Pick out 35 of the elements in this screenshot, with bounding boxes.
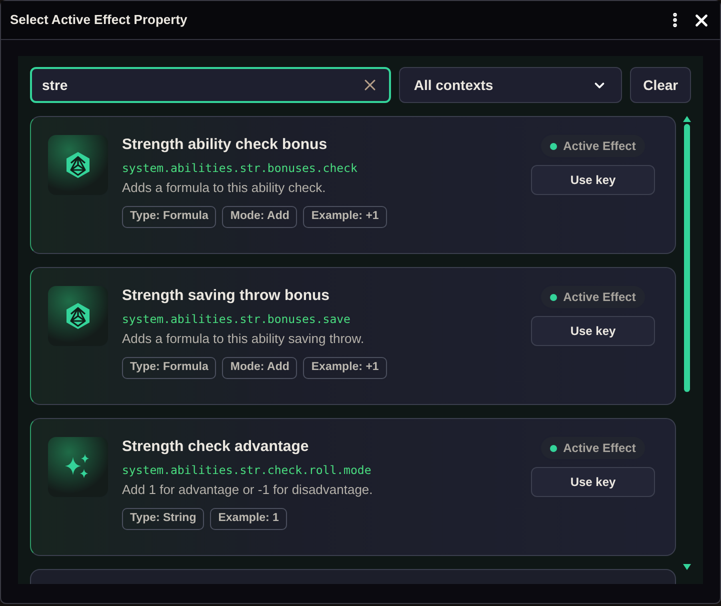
property-description: Adds a formula to this ability check. [122, 180, 327, 196]
property-tag: Example: +1 [303, 206, 387, 228]
property-description: Adds a formula to this ability saving throw. [122, 331, 366, 347]
d20-icon [65, 151, 91, 179]
result-card[interactable]: Strength ability check bonus system.abilities.str.bonuses.check Adds a formula to this ability check. Type: Formula Mode: Add Example: +1 Active Effect Use key [30, 116, 676, 254]
status-badge: Active Effect [541, 135, 645, 157]
status-badge: Active Effect [541, 437, 645, 459]
property-tag: Mode: Add [222, 357, 298, 379]
property-tag: Type: String [122, 508, 204, 530]
context-select[interactable]: All contexts [398, 67, 622, 103]
use-key-button[interactable]: Use key [531, 467, 655, 497]
scroll-up-icon[interactable] [683, 116, 691, 122]
result-card[interactable]: Strength check advantage system.abilities.str.check.roll.mode Add 1 for advantage or -1 for disadvantage. Type: String Example: 1 Active Effect Use key [30, 418, 676, 556]
scroll-thumb[interactable] [684, 124, 690, 392]
property-tag: Type: Formula [122, 206, 216, 228]
property-key: system.abilities.str.bonuses.save [122, 311, 531, 327]
use-key-button[interactable]: Use key [531, 316, 655, 346]
scroll-down-icon[interactable] [683, 564, 691, 570]
status-badge: Active Effect [541, 286, 645, 308]
property-key: system.abilities.str.bonuses.check [122, 160, 531, 176]
property-title: Strength check advantage [122, 437, 310, 457]
property-title: Strength ability check bonus [122, 135, 328, 155]
property-description: Add 1 for advantage or -1 for disadvantage. [122, 482, 374, 498]
property-tag: Mode: Add [222, 206, 298, 228]
clear-button[interactable]: Clear [630, 67, 691, 103]
search-field[interactable]: stre [30, 67, 391, 103]
property-tag: Example: +1 [303, 357, 387, 379]
d20-icon [65, 302, 91, 330]
property-key: system.abilities.str.check.roll.mode [122, 462, 531, 478]
window-title: Select Active Effect Property [10, 11, 188, 30]
property-tag: Type: Formula [122, 357, 216, 379]
property-tag: Example: 1 [210, 508, 287, 530]
property-title: Strength saving throw bonus [122, 286, 331, 306]
use-key-button[interactable]: Use key [531, 165, 655, 195]
result-card[interactable]: Strength saving throw bonus system.abilities.str.bonuses.save Adds a formula to this ability saving throw. Type: Formula Mode: Add Example: +1 Active Effect Use key [30, 267, 676, 405]
